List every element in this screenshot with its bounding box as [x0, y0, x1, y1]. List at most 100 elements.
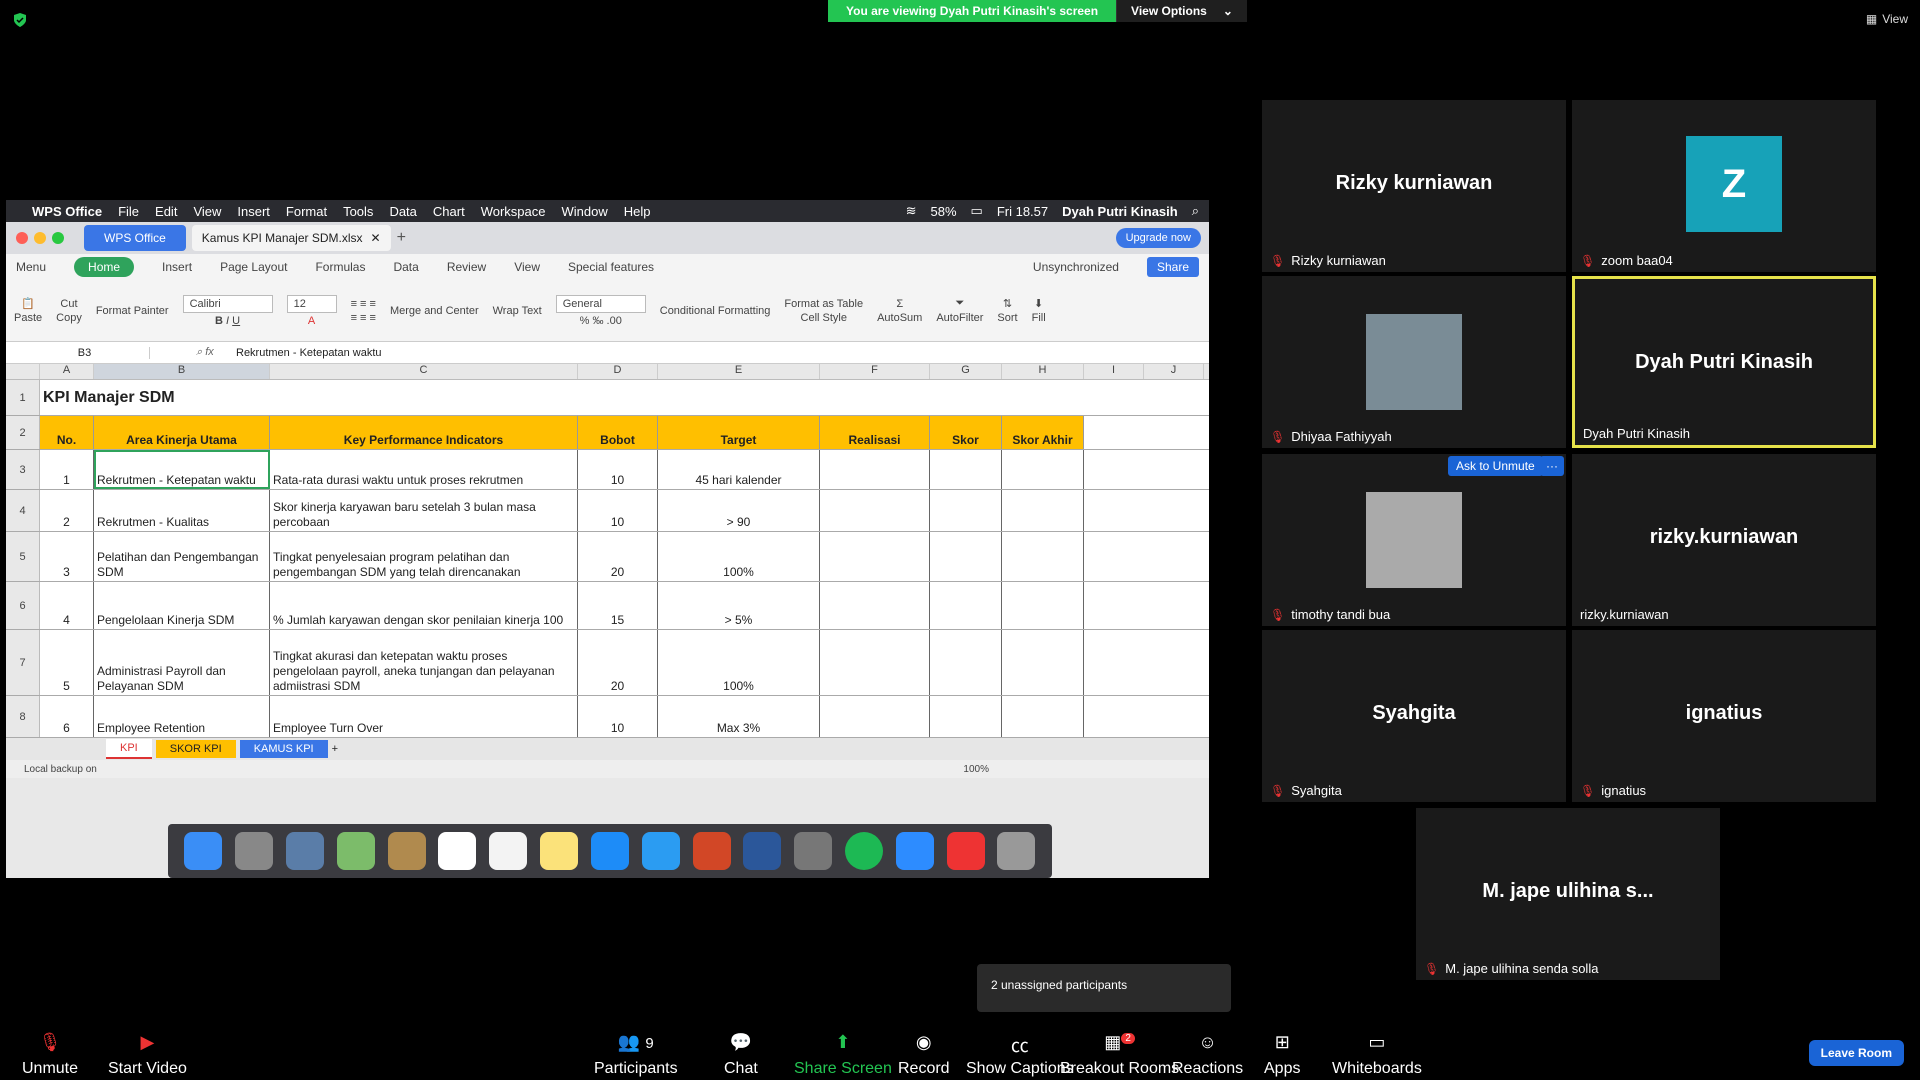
settings-icon[interactable] — [794, 832, 833, 870]
cut-button[interactable]: Cut — [60, 298, 77, 310]
reactions-button[interactable]: ☺ Reactions — [1172, 1032, 1243, 1078]
minimize-window-icon[interactable] — [34, 232, 46, 244]
cell-target[interactable]: > 5% — [658, 582, 820, 629]
cell-bobot[interactable]: 10 — [578, 490, 658, 531]
powerpoint-icon[interactable] — [692, 832, 731, 870]
sync-status[interactable]: Unsynchronized — [1033, 260, 1119, 274]
view-options-button[interactable]: View Options ⌄ — [1116, 0, 1247, 22]
upgrade-button[interactable]: Upgrade now — [1115, 228, 1201, 248]
cell-realisasi[interactable] — [820, 532, 930, 581]
zoom-icon[interactable] — [895, 832, 934, 870]
tab-review[interactable]: Review — [447, 260, 486, 274]
cell-kpi[interactable]: Tingkat penyelesaian program pelatihan d… — [270, 532, 578, 581]
share-screen-button[interactable]: ⬆ Share Screen — [794, 1032, 892, 1078]
sheet-tab-kpi[interactable]: KPI — [106, 739, 152, 759]
format-painter-button[interactable]: Format Painter — [96, 305, 169, 317]
menu-workspace[interactable]: Workspace — [481, 204, 546, 219]
cell-bobot[interactable]: 20 — [578, 630, 658, 695]
row-number[interactable]: 6 — [6, 582, 40, 629]
cell-skor[interactable] — [930, 490, 1002, 531]
battery-icon[interactable]: ▭ — [971, 203, 983, 219]
wrap-text-button[interactable]: Wrap Text — [493, 305, 542, 317]
cell-skor-akhir[interactable] — [1002, 696, 1084, 737]
more-options-icon[interactable]: ··· — [1540, 456, 1564, 476]
header-no[interactable]: No. — [40, 416, 94, 449]
menu-help[interactable]: Help — [624, 204, 651, 219]
sort-button[interactable]: ⇅ Sort — [997, 297, 1017, 324]
percent-icon[interactable]: % ‰ .00 — [580, 315, 622, 327]
menu-window[interactable]: Window — [562, 204, 608, 219]
col-d[interactable]: D — [578, 364, 658, 379]
tab-home[interactable]: Home — [74, 257, 135, 277]
cell-area[interactable]: Pelatihan dan Pengembangan SDM — [94, 532, 270, 581]
whiteboards-button[interactable]: ▭ Whiteboards — [1332, 1032, 1422, 1078]
align-buttons[interactable]: ≡ ≡ ≡ ≡ ≡ ≡ — [351, 298, 376, 324]
participant-tile[interactable]: M. jape ulihina s... 🎙 M. jape ulihina sen… — [1416, 808, 1720, 980]
cell-bobot[interactable]: 20 — [578, 532, 658, 581]
cell-target[interactable]: 100% — [658, 532, 820, 581]
sheet-title[interactable]: KPI Manajer SDM — [40, 380, 540, 415]
cell-target[interactable]: 100% — [658, 630, 820, 695]
trash-icon[interactable] — [997, 832, 1036, 870]
launchpad-icon[interactable] — [235, 832, 274, 870]
cell-kpi[interactable]: Rata-rata durasi waktu untuk proses rekr… — [270, 450, 578, 489]
col-f[interactable]: F — [820, 364, 930, 379]
font-select[interactable]: Calibri — [182, 294, 273, 313]
start-video-button[interactable]: ▶ Start Video — [108, 1032, 187, 1078]
row-number[interactable]: 3 — [6, 450, 40, 489]
zoom-level[interactable]: 100% — [963, 764, 989, 775]
row-number[interactable]: 2 — [6, 416, 40, 449]
cell-area[interactable]: Administrasi Payroll dan Pelayanan SDM — [94, 630, 270, 695]
notes-icon[interactable] — [540, 832, 579, 870]
security-shield-icon[interactable] — [12, 12, 28, 28]
new-tab-icon[interactable]: + — [397, 229, 406, 247]
header-skor[interactable]: Skor — [930, 416, 1002, 449]
unmute-button[interactable]: 🎙 Unmute — [22, 1032, 78, 1078]
sheet-tab-kamus-kpi[interactable]: KAMUS KPI — [239, 740, 328, 758]
col-i[interactable]: I — [1084, 364, 1144, 379]
view-button[interactable]: ▦ View — [1866, 12, 1908, 26]
menu-chart[interactable]: Chart — [433, 204, 465, 219]
menu-tools[interactable]: Tools — [343, 204, 373, 219]
cell-kpi[interactable]: Employee Turn Over — [270, 696, 578, 737]
cell-skor-akhir[interactable] — [1002, 490, 1084, 531]
leave-room-button[interactable]: Leave Room — [1808, 1040, 1904, 1066]
cell-area[interactable]: Rekrutmen - Ketepatan waktu — [94, 450, 270, 489]
cell-target[interactable]: Max 3% — [658, 696, 820, 737]
captions-button[interactable]: ㏄ Show Captions — [966, 1032, 1074, 1078]
unassigned-popup[interactable]: 2 unassigned participants — [977, 964, 1231, 1012]
cell-bobot[interactable]: 15 — [578, 582, 658, 629]
header-target[interactable]: Target — [658, 416, 820, 449]
cell-skor-akhir[interactable] — [1002, 630, 1084, 695]
record-button[interactable]: ◉ Record — [898, 1032, 950, 1078]
autofilter-button[interactable]: ⏷ AutoFilter — [936, 297, 983, 324]
cell-target[interactable]: > 90 — [658, 490, 820, 531]
row-number[interactable]: 1 — [6, 380, 40, 415]
chat-button[interactable]: 💬 Chat — [724, 1032, 758, 1078]
row-number[interactable]: 4 — [6, 490, 40, 531]
bold-button[interactable]: B I U — [215, 315, 240, 327]
cell-bobot[interactable]: 10 — [578, 696, 658, 737]
row-number[interactable]: 5 — [6, 532, 40, 581]
cell-no[interactable]: 1 — [40, 450, 94, 489]
ask-to-unmute-button[interactable]: Ask to Unmute — [1448, 456, 1543, 476]
font-color-icon[interactable]: A — [308, 315, 315, 327]
cell-no[interactable]: 6 — [40, 696, 94, 737]
backup-status[interactable]: Local backup on — [24, 764, 97, 775]
cell-skor[interactable] — [930, 450, 1002, 489]
breakout-rooms-button[interactable]: ▦ 2 Breakout Rooms — [1060, 1032, 1179, 1078]
menu-format[interactable]: Format — [286, 204, 327, 219]
cell-target[interactable]: 45 hari kalender — [658, 450, 820, 489]
safari-icon[interactable] — [641, 832, 680, 870]
cell-no[interactable]: 2 — [40, 490, 94, 531]
format-as-table-button[interactable]: Format as Table — [784, 298, 863, 310]
participant-tile[interactable]: 🎙 Dhiyaa Fathiyyah — [1262, 276, 1566, 448]
menu-button[interactable]: Menu — [16, 260, 46, 274]
menu-edit[interactable]: Edit — [155, 204, 177, 219]
col-e[interactable]: E — [658, 364, 820, 379]
cell-skor-akhir[interactable] — [1002, 582, 1084, 629]
col-j[interactable]: J — [1144, 364, 1204, 379]
word-icon[interactable] — [743, 832, 782, 870]
finder-icon[interactable] — [184, 832, 223, 870]
close-tab-icon[interactable]: ✕ — [371, 231, 381, 245]
